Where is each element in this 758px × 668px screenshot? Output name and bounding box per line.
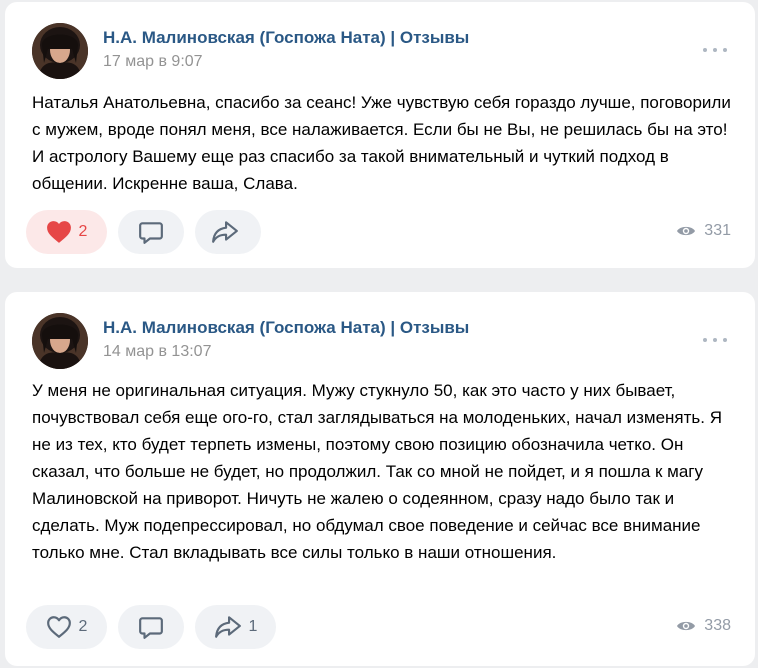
share-arrow-icon xyxy=(214,616,241,638)
eye-icon xyxy=(677,621,696,631)
like-button[interactable]: 2 xyxy=(26,210,107,254)
post-date[interactable]: 17 мар в 9:07 xyxy=(103,53,203,71)
post-card: Н.А. Малиновская (Госпожа Ната) | Отзывы… xyxy=(5,2,755,268)
views-count: 338 xyxy=(704,617,731,634)
post-text: У меня не оригинальная ситуация. Мужу ст… xyxy=(32,381,722,562)
heart-outline-icon xyxy=(46,616,71,638)
like-button[interactable]: 2 xyxy=(26,605,107,649)
author-avatar[interactable] xyxy=(32,313,88,369)
post-text: Наталья Анатольевна, спасибо за сеанс! У… xyxy=(32,93,731,193)
comment-button[interactable] xyxy=(118,210,184,254)
author-name[interactable]: Н.А. Малиновская (Госпожа Ната) | Отзывы xyxy=(103,318,469,338)
views-counter: 331 xyxy=(676,222,731,240)
post-actions: 2 xyxy=(26,210,261,254)
like-count: 2 xyxy=(78,223,88,240)
author-name[interactable]: Н.А. Малиновская (Госпожа Ната) | Отзывы xyxy=(103,28,469,48)
heart-filled-icon xyxy=(46,221,71,243)
views-count: 331 xyxy=(704,222,731,239)
more-dots-icon[interactable] xyxy=(703,40,727,60)
like-count: 2 xyxy=(78,618,88,635)
post-actions: 2 1 xyxy=(26,605,276,649)
comment-button[interactable] xyxy=(118,605,184,649)
comment-icon xyxy=(139,617,163,639)
post-card: Н.А. Малиновская (Госпожа Ната) | Отзывы… xyxy=(5,292,755,666)
eye-icon xyxy=(677,226,696,236)
post-date[interactable]: 14 мар в 13:07 xyxy=(103,343,211,361)
share-arrow-icon xyxy=(211,221,238,243)
share-button[interactable]: 1 xyxy=(195,605,276,649)
more-dots-icon[interactable] xyxy=(703,330,727,350)
views-counter: 338 xyxy=(676,617,731,635)
author-avatar[interactable] xyxy=(32,23,88,79)
share-count: 1 xyxy=(248,618,258,635)
share-button[interactable] xyxy=(195,210,261,254)
comment-icon xyxy=(139,222,163,244)
